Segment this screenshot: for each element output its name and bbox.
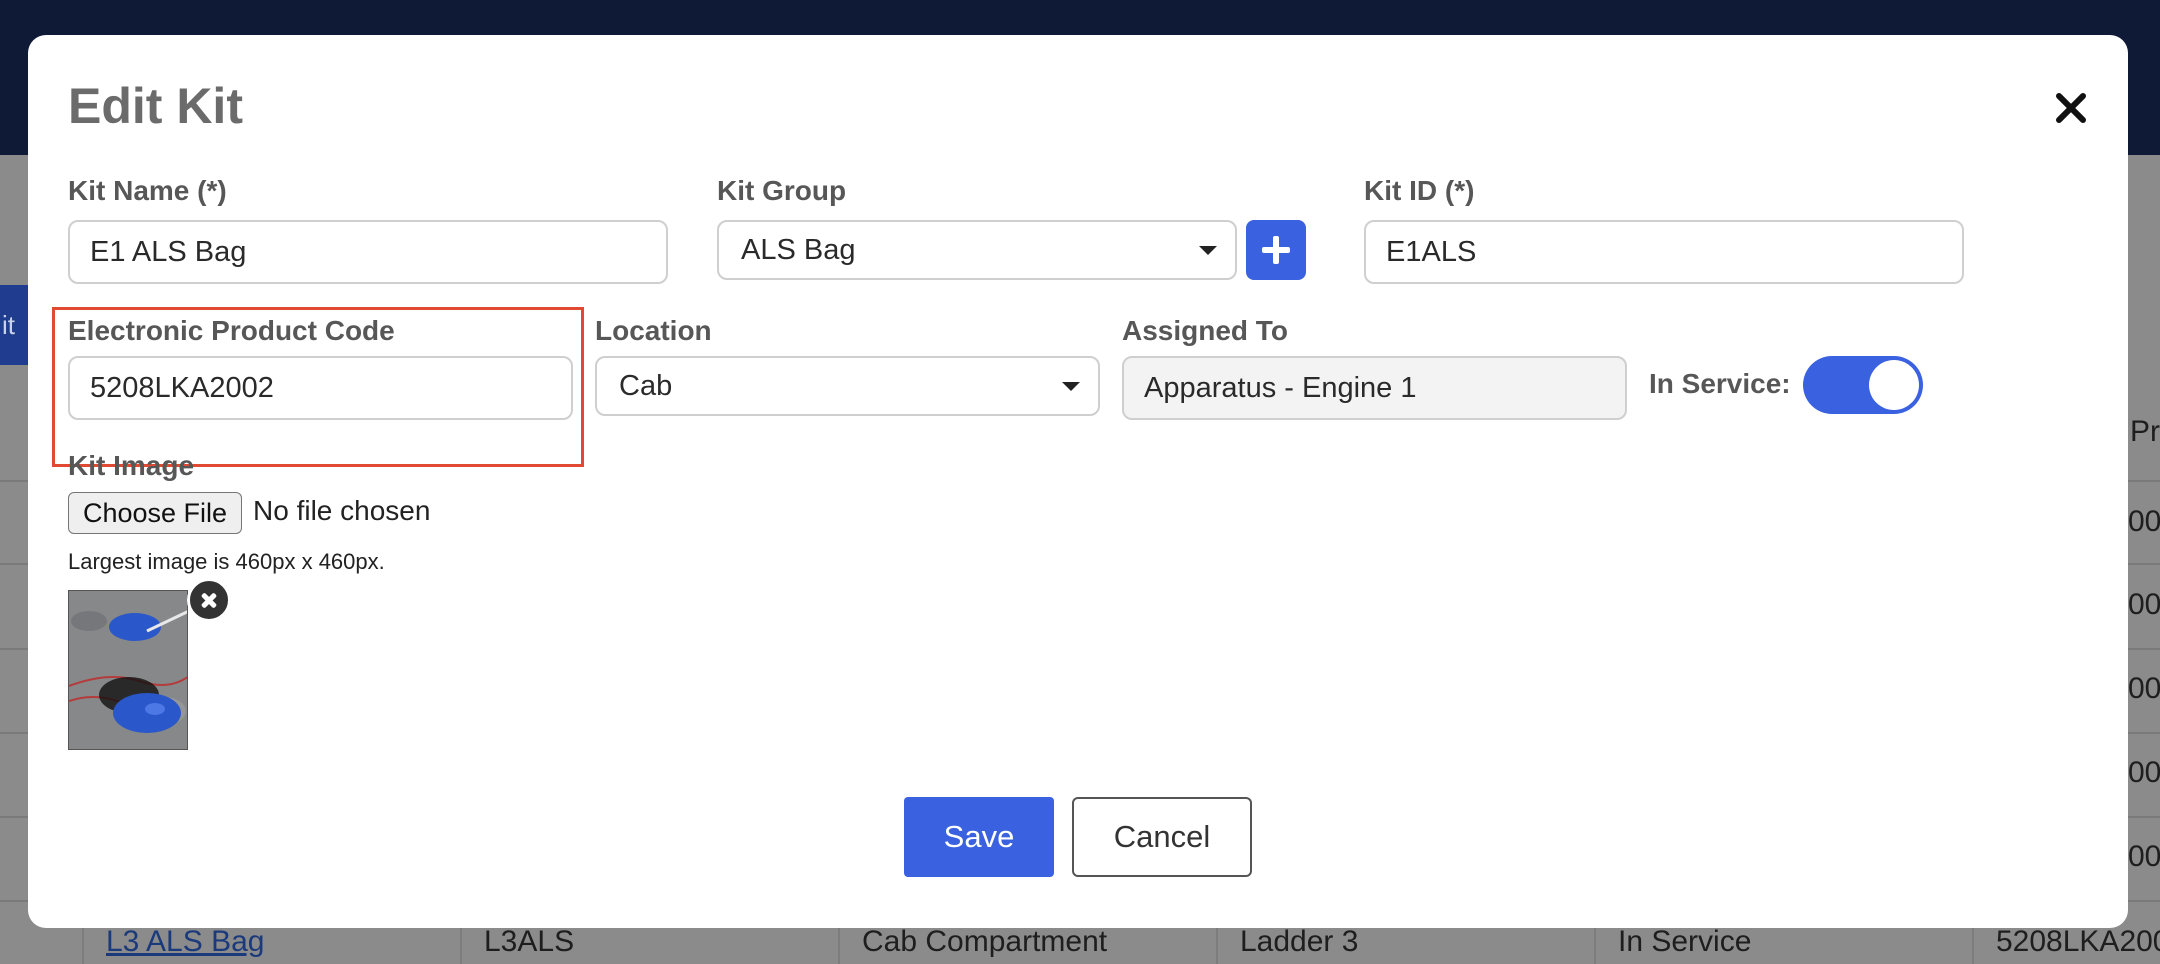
epc-input[interactable] [68, 356, 573, 420]
epc-label: Electronic Product Code [68, 315, 395, 346]
save-button[interactable]: Save [904, 797, 1054, 877]
kit-group-select[interactable]: ALS Bag [717, 220, 1237, 280]
image-size-hint: Largest image is 460px x 460px. [68, 549, 385, 574]
assigned-to-label: Assigned To [1122, 315, 1288, 346]
bg-cell-fragment: 003 [2128, 588, 2160, 621]
toggle-knob [1869, 360, 1919, 410]
close-icon[interactable] [2048, 85, 2094, 131]
kit-group-label: Kit Group [717, 175, 847, 206]
table-cell-assigned-to: Ladder 3 [1240, 925, 1359, 958]
file-status-text: No file chosen [253, 495, 431, 526]
location-label: Location [595, 315, 712, 346]
assigned-to-input[interactable] [1122, 356, 1627, 420]
in-service-label: In Service: [1649, 368, 1791, 399]
cancel-button[interactable]: Cancel [1072, 797, 1252, 877]
add-kit-group-button[interactable] [1246, 220, 1306, 280]
kit-id-input[interactable] [1364, 220, 1964, 284]
in-service-toggle[interactable] [1803, 356, 1923, 414]
edit-kit-modal: Edit Kit Kit Name (*) Kit Group ALS Bag … [28, 35, 2128, 928]
table-cell-epc: 5208LKA2001 [1996, 925, 2160, 958]
bg-cell-fragment: 004 [2128, 672, 2160, 705]
kit-group-selected-value: ALS Bag [741, 234, 856, 266]
modal-title: Edit Kit [68, 78, 243, 134]
kit-image-label: Kit Image [68, 450, 195, 481]
table-cell-status: In Service [1618, 925, 1752, 958]
bg-cell-fragment: 002 [2128, 505, 2160, 538]
kit-name-input[interactable] [68, 220, 668, 284]
kit-name-label: Kit Name (*) [68, 175, 227, 206]
chevron-down-icon [1199, 246, 1217, 255]
table-row-kit-link[interactable]: L3 ALS Bag [106, 925, 264, 959]
background-edit-tab: it [0, 285, 30, 365]
bg-cell-fragment: 006 [2128, 840, 2160, 873]
bg-cell-fragment: 005 [2128, 756, 2160, 789]
location-select[interactable]: Cab [595, 356, 1100, 416]
location-selected-value: Cab [619, 370, 673, 402]
table-cell-location: Cab Compartment [862, 925, 1108, 958]
plus-icon [1273, 236, 1279, 264]
remove-image-icon[interactable] [187, 578, 231, 622]
table-cell-kit-id: L3ALS [484, 925, 575, 958]
kit-image-thumbnail [68, 590, 188, 750]
choose-file-button[interactable]: Choose File [68, 492, 242, 534]
chevron-down-icon [1062, 382, 1080, 391]
kit-id-label: Kit ID (*) [1364, 175, 1475, 206]
